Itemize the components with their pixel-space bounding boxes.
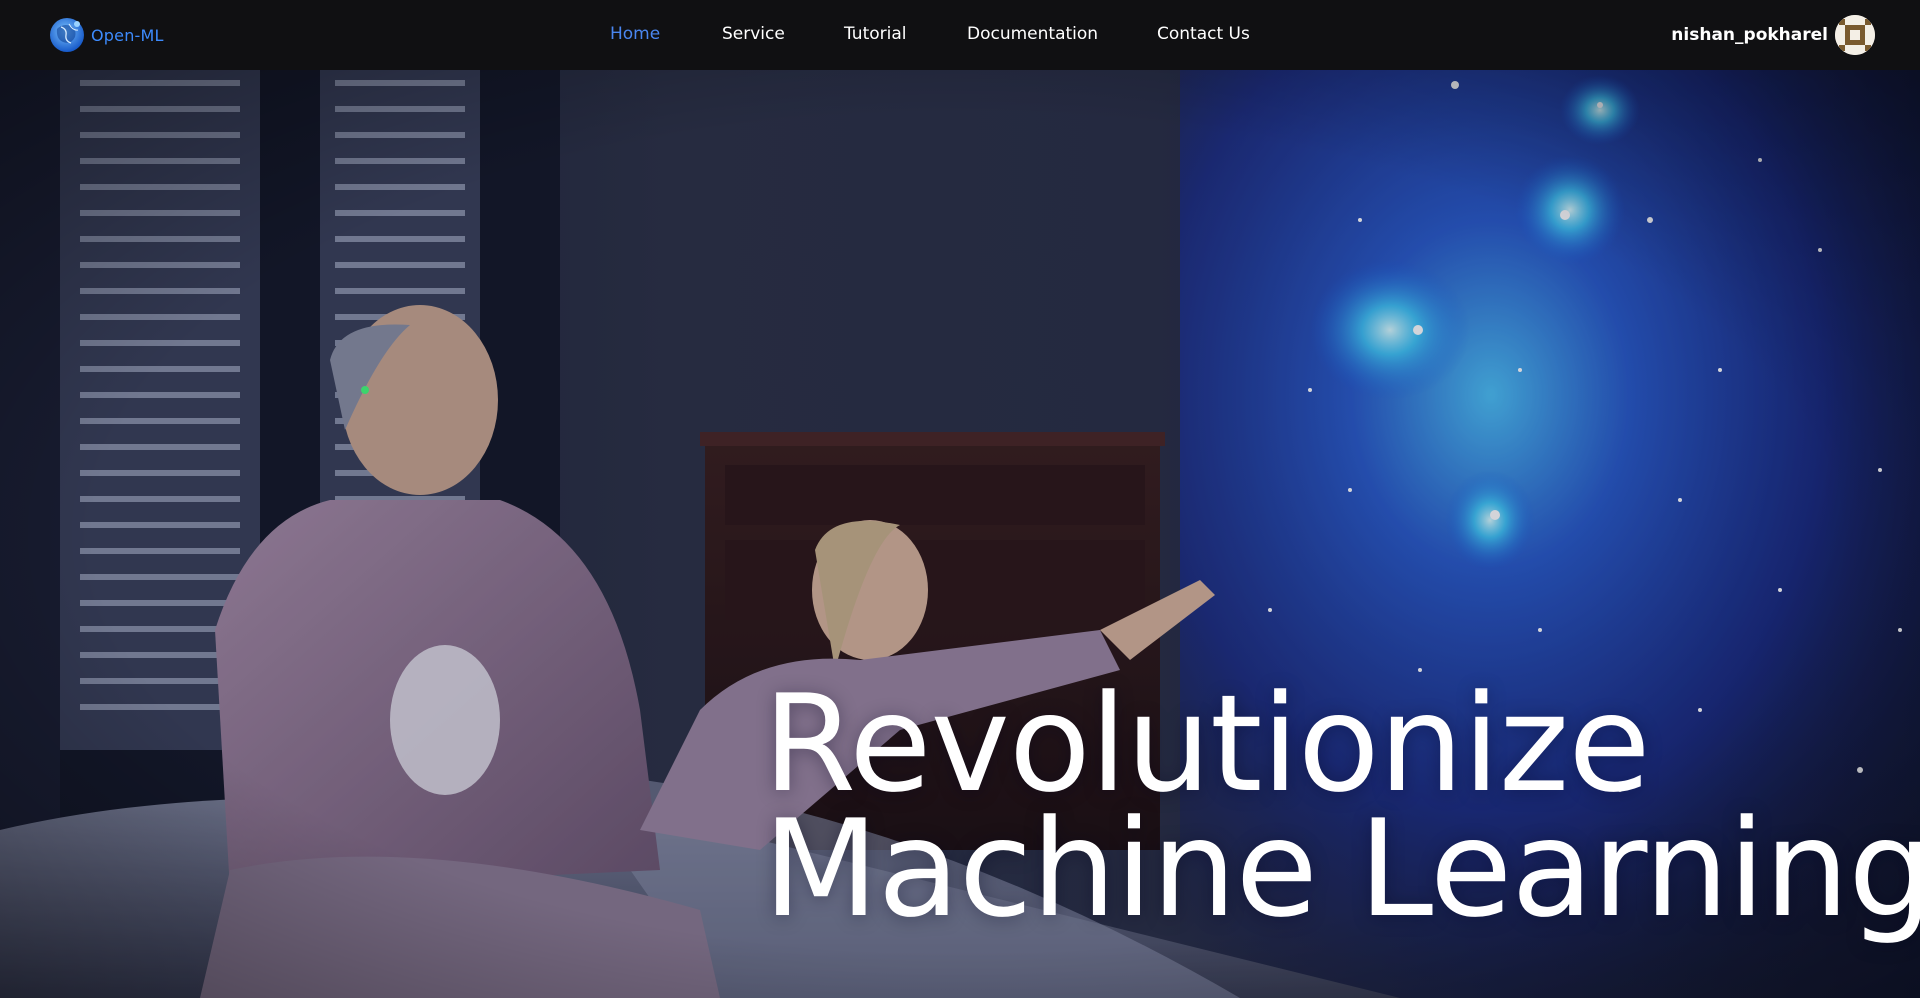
username: nishan_pokharel — [1671, 25, 1828, 45]
hero-headline-line1: Revolutionize — [763, 666, 1651, 822]
user-menu[interactable]: nishan_pokharel — [1671, 15, 1875, 55]
nav-home[interactable]: Home — [610, 24, 660, 44]
top-navbar: Open-ML Home Service Tutorial Documentat… — [0, 0, 1920, 70]
nav-contact-us[interactable]: Contact Us — [1157, 24, 1250, 44]
hero-headline: Revolutionize Machine Learning — [763, 666, 1920, 947]
hero-section: Revolutionize Machine Learning — [0, 70, 1920, 998]
avatar-pattern — [1835, 15, 1875, 55]
nav-service[interactable]: Service — [722, 24, 785, 44]
hero-headline-line2: Machine Learning — [763, 791, 1920, 947]
main-nav: Home Service Tutorial Documentation Cont… — [0, 0, 1920, 70]
user-avatar-icon[interactable] — [1835, 15, 1875, 55]
nav-tutorial[interactable]: Tutorial — [844, 24, 907, 44]
nav-documentation[interactable]: Documentation — [967, 24, 1098, 44]
